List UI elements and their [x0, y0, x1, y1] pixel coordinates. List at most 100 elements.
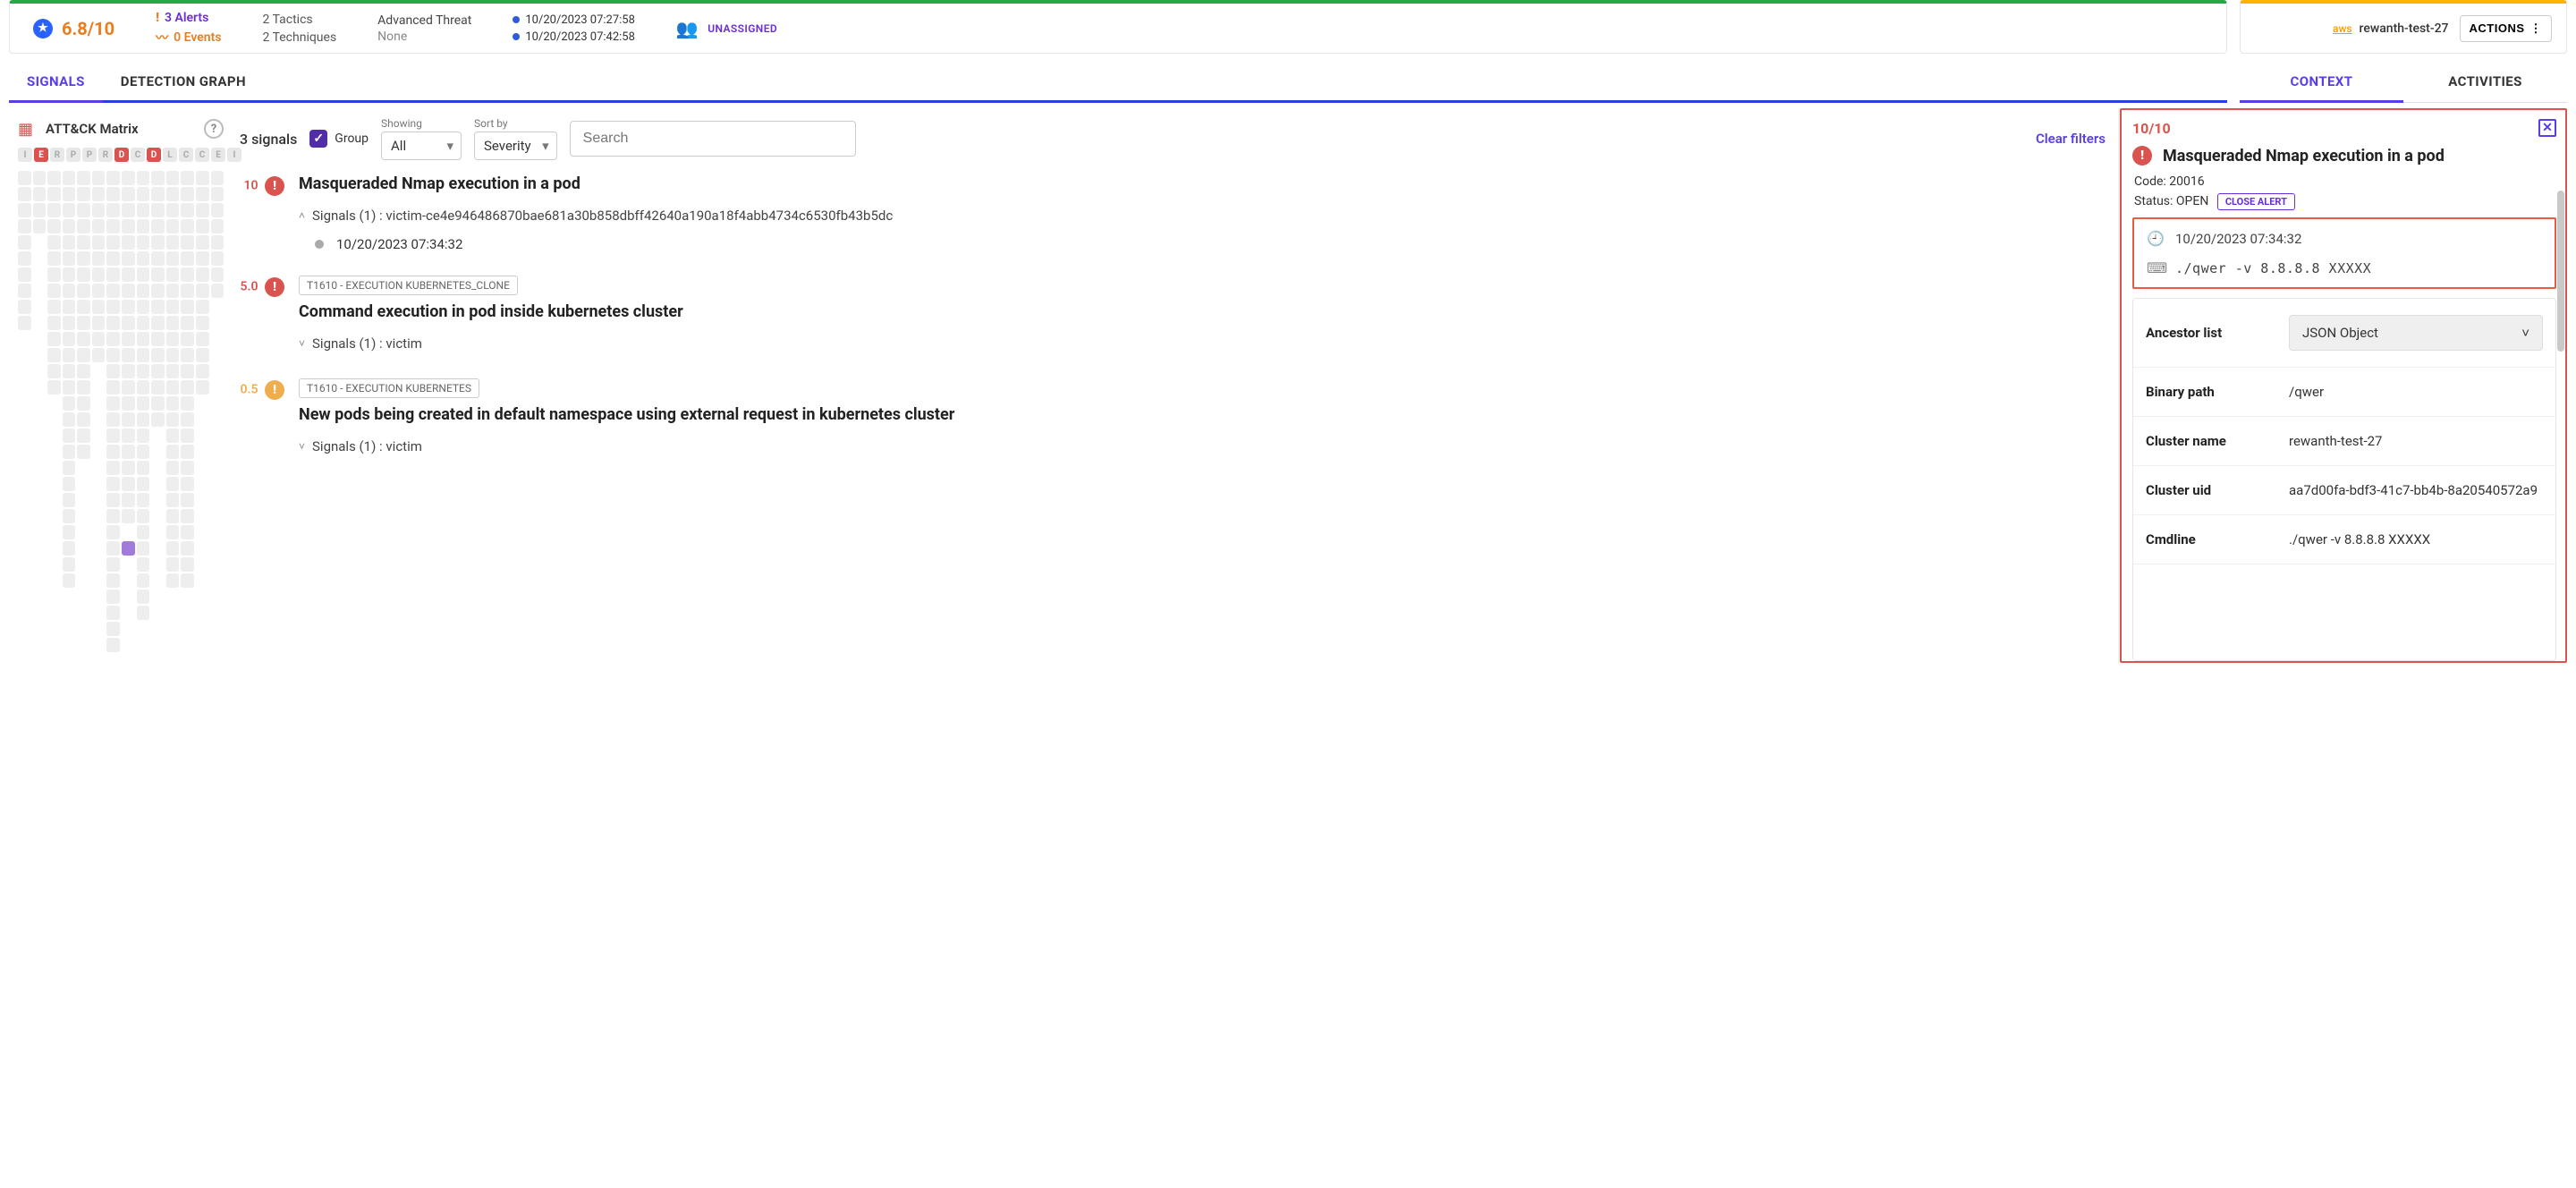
- matrix-cell[interactable]: [63, 364, 76, 378]
- matrix-cell[interactable]: [77, 219, 90, 233]
- matrix-cell[interactable]: [181, 477, 194, 491]
- matrix-cell[interactable]: [122, 396, 135, 411]
- matrix-cell[interactable]: [92, 316, 106, 330]
- matrix-cell[interactable]: [137, 590, 150, 604]
- matrix-cell[interactable]: [18, 251, 31, 266]
- matrix-cell[interactable]: [106, 412, 120, 427]
- matrix-cell[interactable]: [211, 284, 225, 298]
- matrix-cell[interactable]: [151, 203, 165, 217]
- matrix-cell[interactable]: [181, 445, 194, 459]
- matrix-cell[interactable]: [47, 219, 61, 233]
- tab-activities[interactable]: ACTIVITIES: [2403, 63, 2567, 102]
- matrix-cell[interactable]: [77, 429, 90, 443]
- matrix-cell[interactable]: [18, 219, 31, 233]
- matrix-cell[interactable]: [196, 267, 209, 282]
- matrix-chip[interactable]: R: [98, 148, 113, 162]
- matrix-cell[interactable]: [47, 171, 61, 185]
- json-object-toggle[interactable]: JSON Object˅: [2289, 315, 2543, 351]
- matrix-cell[interactable]: [166, 396, 180, 411]
- matrix-cell[interactable]: [47, 380, 61, 395]
- signal-expand-row[interactable]: ˅Signals (1) : victim: [299, 332, 2106, 355]
- matrix-cell[interactable]: [166, 541, 180, 556]
- matrix-cell[interactable]: [137, 477, 150, 491]
- matrix-cell[interactable]: [92, 284, 106, 298]
- matrix-cell[interactable]: [122, 203, 135, 217]
- matrix-cell[interactable]: [137, 541, 150, 556]
- tab-signals[interactable]: SIGNALS: [9, 63, 103, 103]
- matrix-cell[interactable]: [106, 187, 120, 201]
- matrix-cell[interactable]: [166, 187, 180, 201]
- matrix-cell[interactable]: [137, 557, 150, 572]
- matrix-cell[interactable]: [122, 300, 135, 314]
- matrix-cell[interactable]: [181, 284, 194, 298]
- matrix-cell[interactable]: [47, 300, 61, 314]
- matrix-cell[interactable]: [137, 267, 150, 282]
- matrix-cell[interactable]: [122, 235, 135, 250]
- matrix-chip[interactable]: L: [163, 148, 177, 162]
- matrix-cell[interactable]: [181, 380, 194, 395]
- matrix-cell[interactable]: [106, 622, 120, 636]
- matrix-cell[interactable]: [166, 203, 180, 217]
- technique-tag[interactable]: T1610 - EXECUTION KUBERNETES: [299, 378, 479, 398]
- matrix-cell[interactable]: [47, 267, 61, 282]
- matrix-cell[interactable]: [137, 573, 150, 588]
- matrix-cell[interactable]: [77, 412, 90, 427]
- search-input[interactable]: [570, 121, 856, 157]
- matrix-cell[interactable]: [122, 461, 135, 475]
- matrix-chip[interactable]: D: [114, 148, 129, 162]
- matrix-cell[interactable]: [77, 203, 90, 217]
- matrix-cell[interactable]: [151, 171, 165, 185]
- matrix-cell[interactable]: [122, 316, 135, 330]
- matrix-cell[interactable]: [166, 461, 180, 475]
- matrix-cell[interactable]: [181, 300, 194, 314]
- matrix-cell[interactable]: [137, 461, 150, 475]
- matrix-cell[interactable]: [137, 412, 150, 427]
- matrix-cell[interactable]: [151, 235, 165, 250]
- matrix-chip[interactable]: P: [66, 148, 80, 162]
- matrix-cell[interactable]: [122, 445, 135, 459]
- matrix-cell[interactable]: [151, 219, 165, 233]
- matrix-cell[interactable]: [122, 380, 135, 395]
- matrix-cell[interactable]: [63, 219, 76, 233]
- matrix-cell[interactable]: [106, 171, 120, 185]
- matrix-cell[interactable]: [77, 332, 90, 346]
- scrollbar[interactable]: [2556, 110, 2565, 661]
- matrix-cell[interactable]: [77, 267, 90, 282]
- matrix-cell[interactable]: [63, 203, 76, 217]
- matrix-cell[interactable]: [106, 235, 120, 250]
- matrix-cell[interactable]: [181, 573, 194, 588]
- matrix-cell[interactable]: [151, 332, 165, 346]
- matrix-cell[interactable]: [181, 429, 194, 443]
- matrix-cell[interactable]: [47, 235, 61, 250]
- alerts-link[interactable]: ! 3 Alerts: [156, 11, 221, 25]
- matrix-cell[interactable]: [181, 525, 194, 539]
- matrix-cell[interactable]: [166, 364, 180, 378]
- matrix-cell[interactable]: [137, 493, 150, 507]
- matrix-cell[interactable]: [137, 396, 150, 411]
- matrix-cell[interactable]: [151, 284, 165, 298]
- matrix-cell[interactable]: [196, 380, 209, 395]
- matrix-cell[interactable]: [18, 300, 31, 314]
- matrix-cell[interactable]: [63, 541, 76, 556]
- sort-select[interactable]: Severity: [474, 132, 557, 160]
- matrix-cell[interactable]: [122, 429, 135, 443]
- matrix-cell[interactable]: [47, 364, 61, 378]
- matrix-cell[interactable]: [211, 235, 225, 250]
- signal-expand-row[interactable]: ˄Signals (1) : victim-ce4e946486870bae68…: [299, 204, 2106, 227]
- matrix-cell[interactable]: [137, 316, 150, 330]
- matrix-cell[interactable]: [63, 284, 76, 298]
- matrix-cell[interactable]: [211, 219, 225, 233]
- matrix-cell[interactable]: [106, 573, 120, 588]
- matrix-cell[interactable]: [196, 171, 209, 185]
- matrix-chip[interactable]: C: [179, 148, 193, 162]
- matrix-cell[interactable]: [33, 187, 47, 201]
- tab-context[interactable]: CONTEXT: [2240, 63, 2403, 103]
- matrix-cell[interactable]: [137, 509, 150, 523]
- matrix-cell[interactable]: [18, 187, 31, 201]
- matrix-cell[interactable]: [92, 267, 106, 282]
- matrix-chip[interactable]: C: [195, 148, 209, 162]
- matrix-cell[interactable]: [106, 445, 120, 459]
- matrix-cell[interactable]: [211, 171, 225, 185]
- matrix-cell[interactable]: [106, 557, 120, 572]
- matrix-cell[interactable]: [122, 284, 135, 298]
